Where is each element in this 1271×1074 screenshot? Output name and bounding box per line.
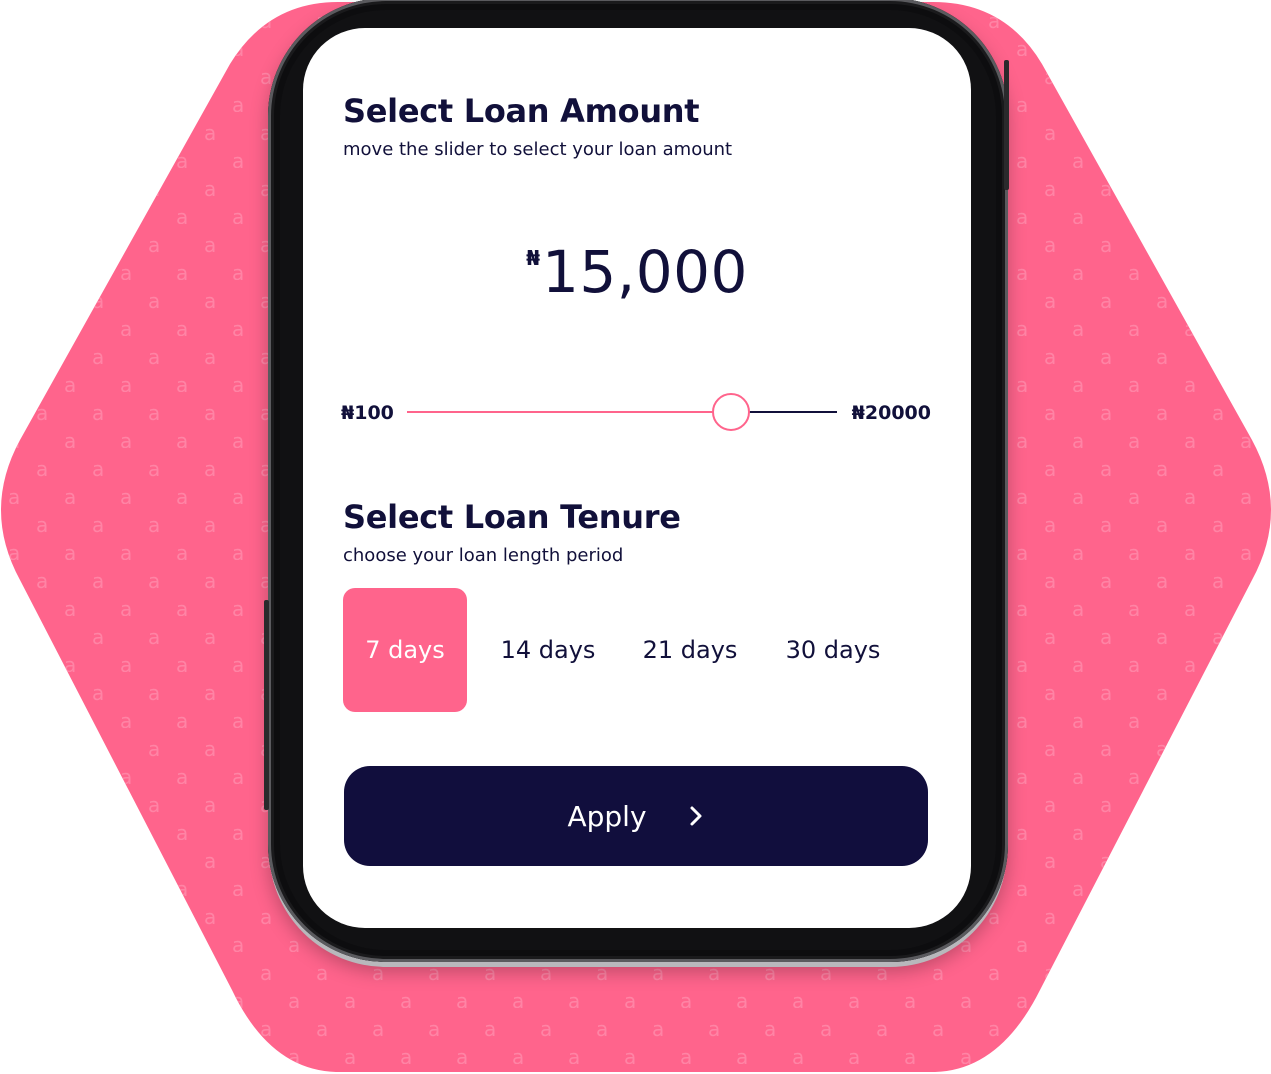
loan-amount-slider[interactable]: ₦100 ₦20000 bbox=[341, 393, 931, 431]
phone-side-button bbox=[264, 600, 269, 810]
apply-button-label: Apply bbox=[567, 799, 647, 833]
apply-button[interactable]: Apply bbox=[344, 766, 928, 866]
tenure-option-14-days[interactable]: 14 days bbox=[486, 588, 610, 712]
slider-max-label: ₦20000 bbox=[851, 402, 931, 424]
loan-screen: Select Loan Amount move the slider to se… bbox=[303, 28, 971, 928]
loan-amount-subtitle: move the slider to select your loan amou… bbox=[343, 139, 733, 160]
loan-amount-display: ₦15,000 bbox=[303, 238, 971, 306]
slider-track[interactable] bbox=[407, 393, 837, 431]
loan-tenure-title: Select Loan Tenure bbox=[343, 498, 681, 536]
chevron-right-icon bbox=[690, 806, 702, 826]
slider-min-label: ₦100 bbox=[341, 402, 394, 424]
amount-value: 15,000 bbox=[541, 238, 748, 306]
loan-amount-title: Select Loan Amount bbox=[343, 92, 700, 130]
tenure-option-7-days[interactable]: 7 days bbox=[343, 588, 467, 712]
currency-symbol: ₦ bbox=[526, 246, 540, 270]
slider-track-fill bbox=[407, 411, 730, 413]
loan-tenure-subtitle: choose your loan length period bbox=[343, 545, 624, 566]
tenure-options: 7 days 14 days 21 days 30 days bbox=[343, 588, 931, 712]
tenure-option-30-days[interactable]: 30 days bbox=[771, 588, 895, 712]
phone-side-button bbox=[1004, 60, 1009, 190]
tenure-option-21-days[interactable]: 21 days bbox=[628, 588, 752, 712]
slider-thumb[interactable] bbox=[711, 393, 750, 431]
marketing-stage: a a Select Loan Amount move the slider t… bbox=[0, 0, 1271, 1074]
